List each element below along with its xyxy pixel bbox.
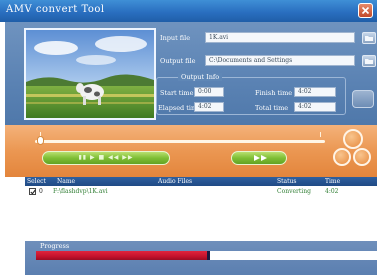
top-round-button[interactable]: [343, 129, 363, 149]
seek-slider-knob[interactable]: [37, 136, 44, 145]
file-list-header: Select Name Audio Files Status Time: [25, 177, 377, 186]
file-list: 0 F:\flashdvp\1K.avi Converting 4:02: [25, 186, 377, 241]
start-time-field[interactable]: 0:00: [194, 87, 224, 97]
row-name: F:\flashdvp\1K.avi: [53, 188, 108, 195]
right-round-button[interactable]: [353, 148, 371, 166]
folder-icon: [365, 59, 373, 64]
seek-slider-track[interactable]: [35, 140, 325, 143]
column-status[interactable]: Status: [277, 178, 296, 185]
output-browse-button[interactable]: [362, 55, 376, 67]
elapsed-time-field[interactable]: 4:02: [194, 102, 224, 112]
column-audio-files[interactable]: Audio Files: [158, 178, 192, 185]
table-row[interactable]: 0 F:\flashdvp\1K.avi Converting 4:02: [25, 187, 377, 196]
check-icon: [30, 189, 36, 195]
progress-bar: [36, 251, 377, 260]
finish-time-label: Finish time: [255, 89, 293, 97]
play-icon: [254, 155, 267, 161]
preview-image: [26, 30, 154, 118]
input-file-field[interactable]: 1K.avi: [205, 32, 355, 43]
left-round-button[interactable]: [333, 148, 351, 166]
output-file-label: Output file: [160, 57, 196, 65]
convert-action-button[interactable]: [352, 90, 374, 108]
total-time-label: Total time: [255, 104, 289, 112]
row-time: 4:02: [325, 188, 339, 195]
total-time-field[interactable]: 4:02: [294, 102, 336, 112]
window-title: AMV convert Tool: [6, 4, 105, 15]
output-file-field[interactable]: C:\Documents and Settings: [205, 55, 355, 66]
amv-convert-tool-window: AMV convert Tool Input file 1K.avi Outpu…: [0, 0, 377, 275]
column-time[interactable]: Time: [325, 178, 340, 185]
input-file-label: Input file: [160, 34, 191, 42]
finish-time-field[interactable]: 4:02: [294, 87, 336, 97]
folder-icon: [365, 36, 373, 41]
row-indicator: 0: [39, 188, 43, 195]
video-preview: [24, 28, 156, 120]
playback-controls-button[interactable]: ▮▮ ▶ ■ ◀◀ ▶▶: [42, 151, 170, 165]
input-browse-button[interactable]: [362, 32, 376, 44]
progress-label: Progress: [40, 242, 70, 250]
play-button[interactable]: [231, 151, 287, 165]
start-time-label: Start time: [160, 89, 194, 97]
close-button[interactable]: [358, 3, 373, 18]
progress-bar-cap: [206, 251, 210, 260]
column-name[interactable]: Name: [57, 178, 75, 185]
progress-percent: 51%: [211, 252, 226, 259]
progress-bar-fill: [36, 251, 210, 260]
row-select-checkbox[interactable]: [29, 188, 36, 195]
playback-controls-text: ▮▮ ▶ ■ ◀◀ ▶▶: [78, 154, 134, 161]
row-status: Converting: [277, 188, 311, 195]
title-bar: AMV convert Tool: [0, 0, 377, 22]
close-icon: [361, 6, 370, 15]
column-select[interactable]: Select: [27, 178, 46, 185]
output-info-legend: Output Info: [178, 73, 223, 81]
slider-end-tick: [320, 132, 321, 137]
